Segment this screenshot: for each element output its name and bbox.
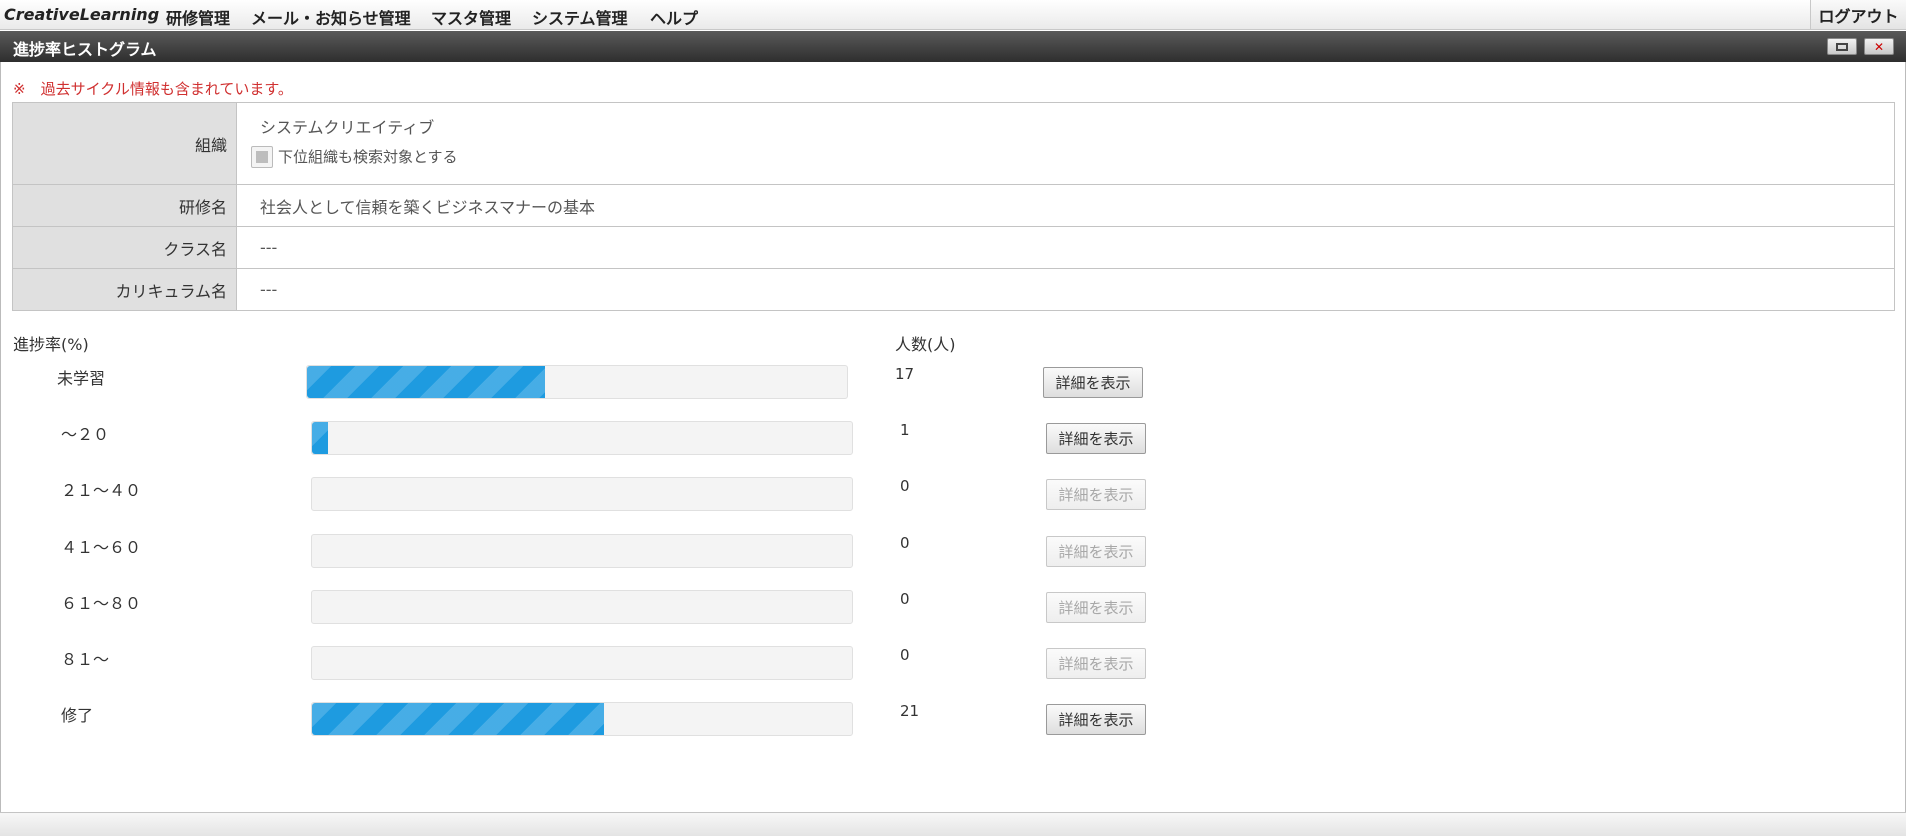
logout-button[interactable]: ログアウト [1810, 0, 1906, 30]
progress-bar-fill [312, 703, 604, 735]
histogram-row: ～２０ 1 詳細を表示 [0, 421, 1200, 461]
curriculum-label: カリキュラム名 [12, 268, 237, 311]
menu-item-system[interactable]: システム管理 [532, 5, 628, 29]
past-cycle-notice: ※ 過去サイクル情報も含まれています。 [13, 80, 293, 98]
class-label: クラス名 [12, 226, 237, 269]
progress-bar-track [311, 646, 853, 680]
course-label: 研修名 [12, 184, 237, 227]
histogram-row: 未学習 17 詳細を表示 [0, 365, 1200, 405]
org-row: 組織 システムクリエイティブ 下位組織も検索対象とする [12, 102, 1895, 185]
status-bar [0, 812, 1906, 836]
course-row: 研修名 社会人として信頼を築くビジネスマナーの基本 [12, 184, 1895, 227]
histogram-row: ４１～６０ 0 詳細を表示 [0, 534, 1200, 574]
progress-range-label: 未学習 [57, 369, 106, 388]
include-sub-org-option: 下位組織も検索対象とする [251, 145, 1894, 168]
progress-bar-track [311, 534, 853, 568]
head-count-value: 0 [900, 646, 910, 664]
menu-item-mail-notice[interactable]: メール・お知らせ管理 [251, 5, 411, 29]
close-window-button[interactable]: ✕ [1864, 38, 1894, 55]
show-detail-button: 詳細を表示 [1046, 536, 1146, 567]
window-titlebar: 進捗率ヒストグラム ✕ [0, 31, 1906, 62]
class-value: --- [236, 226, 1895, 269]
progress-rate-header: 進捗率(%) [13, 335, 89, 354]
curriculum-value: --- [236, 268, 1895, 311]
course-value: 社会人として信頼を築くビジネスマナーの基本 [236, 184, 1895, 227]
progress-bar-track [311, 590, 853, 624]
head-count-value: 0 [900, 590, 910, 608]
progress-bar-track [311, 477, 853, 511]
show-detail-button: 詳細を表示 [1046, 479, 1146, 510]
head-count-header: 人数(人) [895, 335, 956, 354]
progress-range-label: ６１～８０ [61, 594, 142, 613]
org-cell: システムクリエイティブ 下位組織も検索対象とする [236, 102, 1895, 185]
show-detail-button: 詳細を表示 [1046, 592, 1146, 623]
show-detail-button[interactable]: 詳細を表示 [1046, 704, 1146, 735]
head-count-value: 1 [900, 421, 910, 439]
menu-item-help[interactable]: ヘルプ [650, 5, 698, 29]
class-row: クラス名 --- [12, 226, 1895, 269]
checkbox-mark [256, 150, 268, 163]
include-sub-org-checkbox[interactable] [251, 145, 273, 168]
histogram-row: 修了 21 詳細を表示 [0, 702, 1200, 742]
histogram-row: ８１～ 0 詳細を表示 [0, 646, 1200, 686]
head-count-value: 21 [900, 702, 920, 720]
progress-bar-track [306, 365, 848, 399]
close-icon: ✕ [1873, 39, 1885, 54]
progress-range-label: ２１～４０ [61, 481, 142, 500]
menu-item-training[interactable]: 研修管理 [166, 5, 230, 29]
org-value: システムクリエイティブ [260, 117, 435, 137]
search-conditions-table: 組織 システムクリエイティブ 下位組織も検索対象とする 研修名 社会人として信頼… [12, 102, 1895, 311]
restore-icon [1836, 42, 1848, 51]
window-title: 進捗率ヒストグラム [13, 40, 157, 59]
histogram-row: ６１～８０ 0 詳細を表示 [0, 590, 1200, 630]
show-detail-button[interactable]: 詳細を表示 [1046, 423, 1146, 454]
histogram-row: ２１～４０ 0 詳細を表示 [0, 477, 1200, 517]
head-count-value: 0 [900, 534, 910, 552]
show-detail-button[interactable]: 詳細を表示 [1043, 367, 1143, 398]
curriculum-row: カリキュラム名 --- [12, 268, 1895, 311]
head-count-value: 17 [895, 365, 915, 383]
progress-bar-track [311, 421, 853, 455]
progress-bar-track [311, 702, 853, 736]
progress-range-label: ４１～６０ [61, 538, 142, 557]
top-menu-bar: CreativeLearning 研修管理 メール・お知らせ管理 マスタ管理 シ… [0, 0, 1906, 30]
head-count-value: 0 [900, 477, 910, 495]
progress-bar-fill [312, 422, 329, 454]
progress-bar-fill [307, 366, 545, 398]
include-sub-org-label: 下位組織も検索対象とする [278, 148, 458, 166]
restore-window-button[interactable] [1827, 38, 1857, 55]
progress-range-label: ８１～ [61, 650, 110, 669]
progress-range-label: 修了 [61, 706, 94, 725]
brand-logo[interactable]: CreativeLearning [4, 5, 159, 24]
progress-range-label: ～２０ [61, 425, 110, 444]
show-detail-button: 詳細を表示 [1046, 648, 1146, 679]
menu-item-master[interactable]: マスタ管理 [431, 5, 511, 29]
org-label: 組織 [12, 102, 237, 185]
